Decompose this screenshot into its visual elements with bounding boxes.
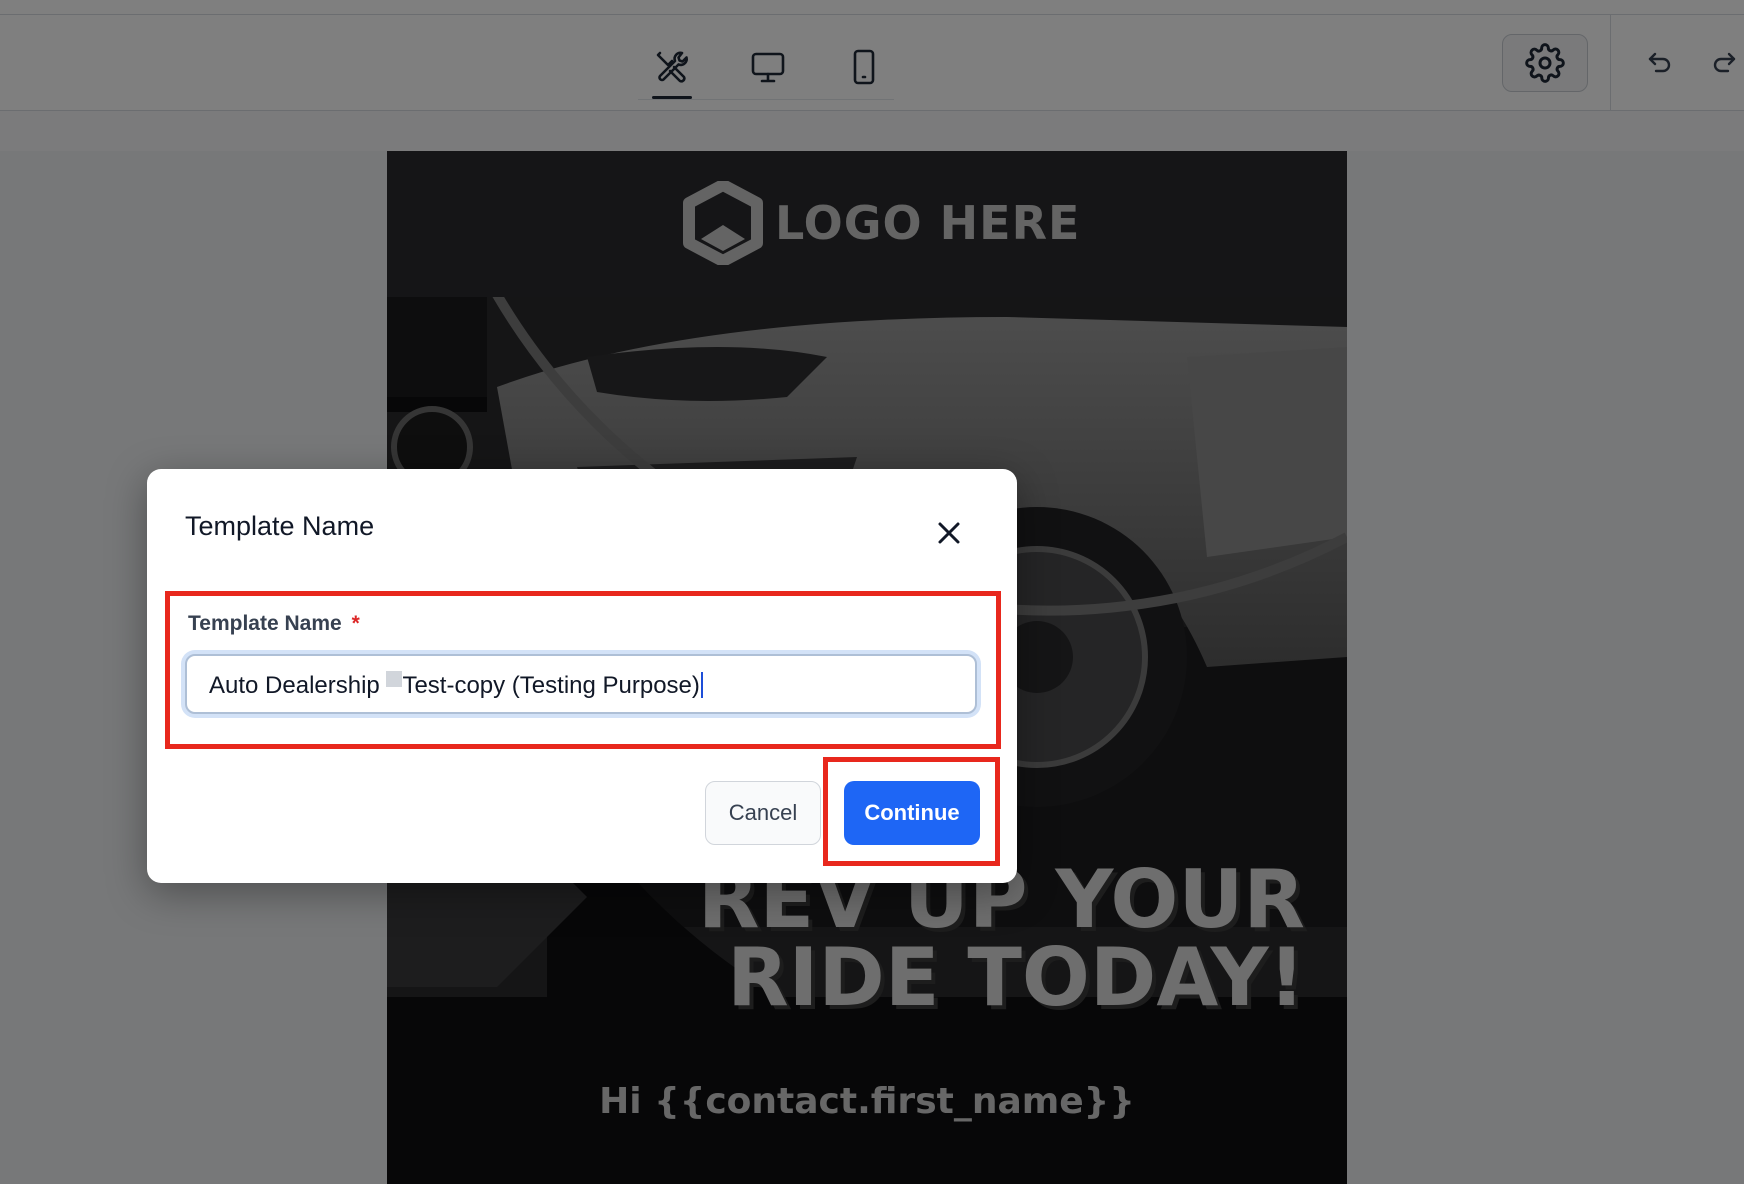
close-button[interactable] [931,515,967,551]
dialog-title: Template Name [185,511,375,541]
template-name-dialog: Template Name Template Name * Auto Dealer… [147,469,1017,883]
cancel-button[interactable]: Cancel [705,781,821,845]
template-name-label: Template Name * [188,612,360,636]
close-icon [938,522,960,544]
template-name-input[interactable] [185,654,977,714]
template-name-label-text: Template Name [188,612,342,635]
required-asterisk: * [351,612,360,635]
continue-button[interactable]: Continue [844,781,980,845]
